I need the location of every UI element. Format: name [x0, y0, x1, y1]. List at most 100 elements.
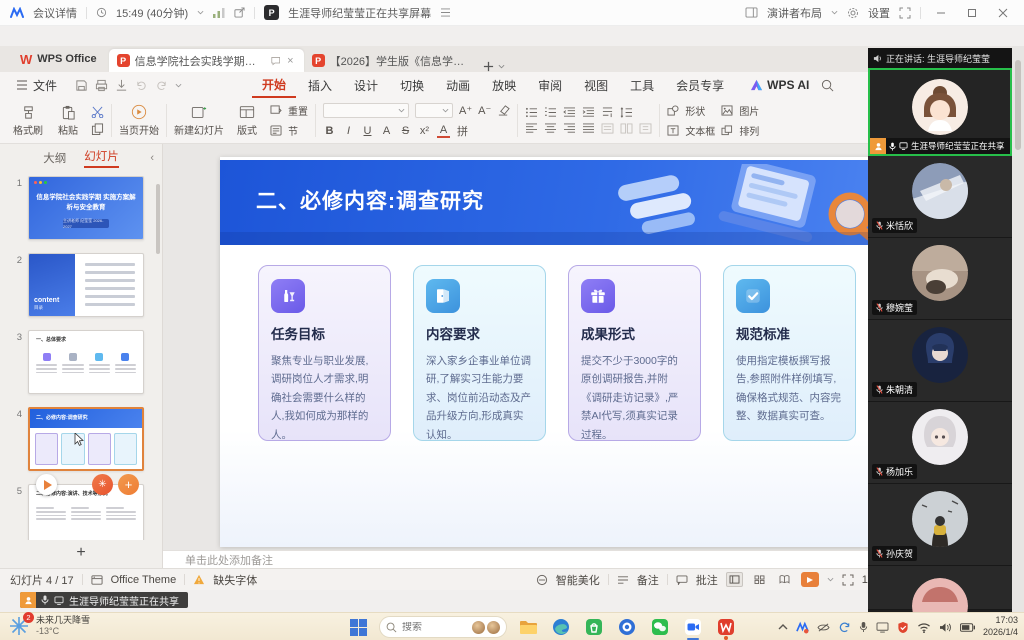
- tray-meeting-icon[interactable]: [796, 621, 809, 634]
- tray-sync-icon[interactable]: [838, 621, 851, 634]
- meeting-app-icon[interactable]: [681, 615, 705, 639]
- wifi-icon[interactable]: [917, 622, 931, 633]
- slide-thumb-2[interactable]: 2 content 目录: [10, 253, 154, 317]
- theme-name[interactable]: Office Theme: [111, 574, 177, 586]
- slideshow-play-button[interactable]: [801, 572, 819, 587]
- participant-tile[interactable]: 朱朝清: [868, 320, 1012, 402]
- tray-mic-icon[interactable]: [859, 621, 868, 633]
- wechat-icon[interactable]: [648, 615, 672, 639]
- tray-input-guard-icon[interactable]: [897, 621, 909, 634]
- paragraph-settings-icon[interactable]: [639, 123, 652, 134]
- align-left-icon[interactable]: [525, 123, 538, 134]
- participant-tile[interactable]: 杨加乐: [868, 402, 1012, 484]
- reading-view-button[interactable]: [776, 572, 793, 587]
- tab-outline[interactable]: 大纲: [43, 150, 66, 166]
- smart-feature-button[interactable]: ✳: [92, 474, 113, 495]
- grow-font-button[interactable]: A⁺: [459, 104, 472, 117]
- thumbnail[interactable]: 二、必修内容:调查研究: [28, 407, 144, 471]
- wps-app-icon[interactable]: [714, 615, 738, 639]
- doc-tab[interactable]: P 【2026】学生版《信息学院(含艺术...: [304, 49, 473, 72]
- search-input[interactable]: [402, 622, 456, 633]
- speaker-layout-button[interactable]: 演讲者布局: [767, 5, 822, 21]
- tab-animation[interactable]: 动画: [436, 74, 480, 97]
- tray-display-icon[interactable]: [876, 622, 889, 633]
- beautify-button[interactable]: 智能美化: [556, 572, 600, 588]
- normal-view-button[interactable]: [726, 572, 743, 587]
- pinyin-button[interactable]: 拼: [456, 123, 469, 139]
- tab-slideshow[interactable]: 放映: [482, 74, 526, 97]
- line-spacing-icon[interactable]: [620, 107, 633, 118]
- underline-button[interactable]: U: [361, 125, 374, 137]
- increase-indent-icon[interactable]: [582, 107, 595, 118]
- popout-icon[interactable]: [234, 7, 245, 18]
- picture-button[interactable]: 图片: [721, 103, 759, 118]
- tab-close-icon[interactable]: ×: [285, 55, 295, 67]
- slide-thumb-1[interactable]: 1 信息学院社会实践学期 实施方案解析与安全教育 主讲老师 纪莹莹 2026-2…: [10, 176, 154, 240]
- sharing-menu-icon[interactable]: [440, 8, 451, 17]
- doc-tab-active[interactable]: P 信息学院社会实践学期实施方... ×: [109, 49, 304, 72]
- browser-app-icon[interactable]: [615, 615, 639, 639]
- battery-icon[interactable]: [960, 623, 975, 632]
- tab-design[interactable]: 设计: [344, 74, 388, 97]
- save-icon[interactable]: [75, 79, 88, 92]
- numbered-list-icon[interactable]: [544, 107, 557, 118]
- clear-format-icon[interactable]: [497, 104, 510, 116]
- shapes-button[interactable]: 形状: [667, 103, 715, 118]
- bold-button[interactable]: B: [323, 125, 336, 137]
- file-explorer-icon[interactable]: [516, 615, 540, 639]
- minimize-button[interactable]: [930, 4, 952, 22]
- new-slide-button[interactable]: 新建幻灯片: [174, 105, 224, 137]
- fit-window-icon[interactable]: [842, 574, 854, 586]
- tray-expand-icon[interactable]: [778, 623, 788, 631]
- scrollbar-thumb[interactable]: [1015, 60, 1021, 150]
- columns-icon[interactable]: [620, 123, 633, 134]
- edge-browser-icon[interactable]: [549, 615, 573, 639]
- distribute-icon[interactable]: [601, 123, 614, 134]
- arrange-button[interactable]: 排列: [721, 123, 759, 138]
- italic-button[interactable]: I: [342, 125, 355, 137]
- thumbnail[interactable]: 一、总体要求: [28, 330, 144, 394]
- chevron-down-icon[interactable]: [175, 82, 182, 89]
- tab-transition[interactable]: 切换: [390, 74, 434, 97]
- tab-slides[interactable]: 幻灯片: [84, 148, 119, 168]
- play-from-current-button[interactable]: 当页开始: [119, 104, 159, 137]
- file-menu-button[interactable]: 文件: [8, 77, 65, 94]
- tab-review[interactable]: 审阅: [528, 74, 572, 97]
- collapse-panel-icon[interactable]: ‹: [150, 152, 154, 164]
- justify-icon[interactable]: [582, 123, 595, 134]
- current-slide[interactable]: 二、必修内容:调查研究 任务目标 聚焦专业与职业发展,调研岗位人才需求,明确社会…: [220, 157, 920, 547]
- font-color-button[interactable]: A: [437, 124, 450, 138]
- wps-home-tab[interactable]: W WPS Office: [8, 46, 109, 72]
- close-button[interactable]: [992, 4, 1014, 22]
- layout-button[interactable]: 版式: [230, 105, 264, 137]
- wps-ai-button[interactable]: WPS AI: [750, 78, 809, 92]
- print-icon[interactable]: [95, 79, 108, 92]
- export-icon[interactable]: [115, 79, 128, 92]
- decrease-indent-icon[interactable]: [563, 107, 576, 118]
- slide-thumb-4-selected[interactable]: 4 二、必修内容:调查研究: [10, 407, 154, 471]
- participant-tile-host[interactable]: 生涯导师纪莹莹正在共享: [868, 68, 1012, 156]
- char-border-button[interactable]: A: [380, 125, 393, 137]
- superscript-button[interactable]: x²: [418, 125, 431, 137]
- paste-button[interactable]: 粘贴: [51, 105, 85, 137]
- chevron-down-icon[interactable]: [827, 576, 834, 583]
- meeting-timer[interactable]: 15:49 (40分钟): [116, 5, 188, 21]
- format-painter-button[interactable]: 格式刷: [11, 105, 45, 137]
- tab-view[interactable]: 视图: [574, 74, 618, 97]
- participant-tile[interactable]: 孙庆贺: [868, 484, 1012, 566]
- text-direction-icon[interactable]: [601, 107, 614, 118]
- undo-icon[interactable]: [135, 79, 148, 92]
- sharing-toast[interactable]: 生涯导师纪莹莹正在共享: [20, 592, 188, 608]
- align-right-icon[interactable]: [563, 123, 576, 134]
- tray-eye-off-icon[interactable]: [817, 622, 830, 633]
- missing-font-warning[interactable]: 缺失字体: [213, 572, 257, 588]
- slide-sorter-button[interactable]: [751, 572, 768, 587]
- reset-button[interactable]: 重置: [270, 103, 308, 118]
- taskbar-clock[interactable]: 17:03 2026/1/4: [983, 615, 1018, 638]
- thumbnail[interactable]: 信息学院社会实践学期 实施方案解析与安全教育 主讲老师 纪莹莹 2026-202…: [28, 176, 144, 240]
- app-store-icon[interactable]: [582, 615, 606, 639]
- start-button[interactable]: [346, 615, 370, 639]
- align-center-icon[interactable]: [544, 123, 557, 134]
- cut-icon[interactable]: [91, 106, 104, 118]
- tab-member[interactable]: 会员专享: [666, 74, 734, 97]
